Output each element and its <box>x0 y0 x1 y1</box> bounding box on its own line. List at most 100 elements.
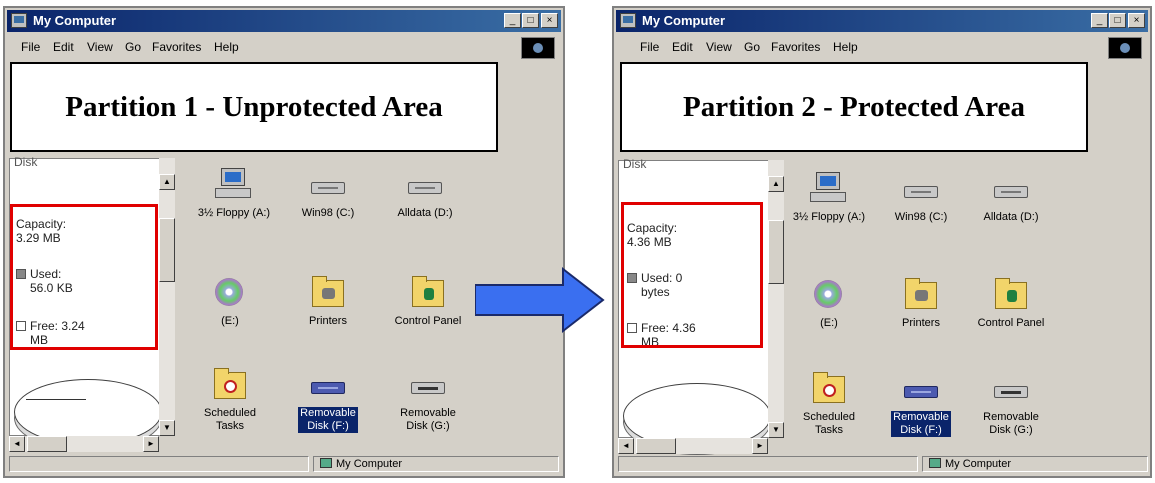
menu-favorites[interactable]: Favorites <box>152 40 201 54</box>
scheduled-tasks-folder-icon <box>211 368 249 402</box>
status-cell-left <box>618 456 918 472</box>
scroll-down-button[interactable]: ▼ <box>768 422 784 438</box>
status-text: My Computer <box>945 458 1012 470</box>
horizontal-scroll-thumb[interactable] <box>27 436 67 452</box>
title-bar[interactable]: My Computer _ □ × <box>7 10 561 32</box>
drive-c-win98[interactable]: Win98 (C:) <box>876 172 966 225</box>
scroll-down-button[interactable]: ▼ <box>159 420 175 436</box>
horizontal-scrollbar[interactable]: ◄ ► <box>9 436 159 452</box>
icon-label: Scheduled Tasks <box>803 411 855 436</box>
icon-label: Removable Disk (F:) <box>298 407 358 433</box>
icon-label: 3½ Floppy (A:) <box>197 207 271 219</box>
windows-logo-throbber-icon <box>521 37 555 59</box>
removable-disk-f[interactable]: Removable Disk (F:) <box>876 372 966 438</box>
icon-label: Removable Disk (F:) <box>891 411 951 437</box>
icon-label: Alldata (D:) <box>397 207 453 219</box>
removable-disk-g[interactable]: Removable Disk (G:) <box>383 368 473 434</box>
drive-d-alldata[interactable]: Alldata (D:) <box>380 168 470 221</box>
maximize-button[interactable]: □ <box>1109 13 1126 28</box>
partition-1-label-box: Partition 1 - Unprotected Area <box>10 62 498 152</box>
scroll-left-button[interactable]: ◄ <box>618 438 634 454</box>
drive-c-win98[interactable]: Win98 (C:) <box>283 168 373 221</box>
close-button[interactable]: × <box>1128 13 1145 28</box>
vertical-scrollbar[interactable]: ▲ ▼ <box>159 158 175 436</box>
icon-label: 3½ Floppy (A:) <box>792 211 866 223</box>
icon-label: (E:) <box>820 317 838 329</box>
scroll-right-button[interactable]: ► <box>752 438 768 454</box>
horizontal-scrollbar[interactable]: ◄ ► <box>618 438 768 454</box>
status-bar: My Computer <box>616 454 1148 474</box>
close-button[interactable]: × <box>541 13 558 28</box>
menu-edit[interactable]: Edit <box>53 40 74 54</box>
hard-drive-icon <box>902 172 940 206</box>
control-panel-folder-icon <box>409 276 447 310</box>
pane-heading-cut: Disk <box>14 155 38 169</box>
status-cell-left <box>9 456 309 472</box>
hard-drive-icon <box>406 168 444 202</box>
window-title: My Computer <box>642 13 726 28</box>
cd-drive-e[interactable]: (E:) <box>185 276 275 329</box>
menu-bar: File Edit View Go Favorites Help <box>616 36 1148 60</box>
menu-file[interactable]: File <box>21 40 40 54</box>
control-panel-folder[interactable]: Control Panel <box>383 276 473 329</box>
scheduled-tasks-folder[interactable]: Scheduled Tasks <box>185 368 275 434</box>
icon-label: Control Panel <box>394 315 462 327</box>
icon-label: Scheduled Tasks <box>204 407 256 432</box>
scroll-right-button[interactable]: ► <box>143 436 159 452</box>
scroll-thumb[interactable] <box>768 220 784 284</box>
floppy-drive-a[interactable]: 3½ Floppy (A:) <box>784 172 874 225</box>
scroll-up-button[interactable]: ▲ <box>768 176 784 192</box>
removable-disk-icon <box>902 372 940 406</box>
scheduled-tasks-folder-icon <box>810 372 848 406</box>
printers-folder[interactable]: Printers <box>283 276 373 329</box>
icon-label: Control Panel <box>977 317 1045 329</box>
printers-folder[interactable]: Printers <box>876 278 966 331</box>
status-text: My Computer <box>336 458 403 470</box>
icon-label: Win98 (C:) <box>894 211 948 223</box>
minimize-button[interactable]: _ <box>1091 13 1108 28</box>
cd-drive-e[interactable]: (E:) <box>784 278 874 331</box>
icon-label: Alldata (D:) <box>983 211 1039 223</box>
drive-d-alldata[interactable]: Alldata (D:) <box>966 172 1056 225</box>
menu-edit[interactable]: Edit <box>672 40 693 54</box>
status-cell-zone: My Computer <box>313 456 559 472</box>
status-cell-zone: My Computer <box>922 456 1148 472</box>
scroll-left-button[interactable]: ◄ <box>9 436 25 452</box>
icon-label: Removable Disk (G:) <box>983 411 1039 436</box>
menu-view[interactable]: View <box>706 40 732 54</box>
computer-icon <box>810 172 848 206</box>
removable-disk-f[interactable]: Removable Disk (F:) <box>283 368 373 434</box>
menu-help[interactable]: Help <box>833 40 858 54</box>
removable-disk-g[interactable]: Removable Disk (G:) <box>966 372 1056 438</box>
partition-2-label-box: Partition 2 - Protected Area <box>620 62 1088 152</box>
windows-logo-throbber-icon <box>1108 37 1142 59</box>
printers-folder-icon <box>309 276 347 310</box>
icon-label: (E:) <box>221 315 239 327</box>
title-bar[interactable]: My Computer _ □ × <box>616 10 1148 32</box>
menu-go[interactable]: Go <box>125 40 141 54</box>
menu-go[interactable]: Go <box>744 40 760 54</box>
menu-file[interactable]: File <box>640 40 659 54</box>
highlight-box <box>10 204 158 350</box>
scroll-thumb[interactable] <box>159 218 175 282</box>
menu-view[interactable]: View <box>87 40 113 54</box>
removable-disk-icon <box>309 368 347 402</box>
horizontal-scroll-thumb[interactable] <box>636 438 676 454</box>
minimize-button[interactable]: _ <box>504 13 521 28</box>
menu-help[interactable]: Help <box>214 40 239 54</box>
removable-disk-icon <box>992 372 1030 406</box>
floppy-drive-a[interactable]: 3½ Floppy (A:) <box>189 168 279 221</box>
arrow-icon <box>475 266 605 334</box>
window-title: My Computer <box>33 13 117 28</box>
scroll-up-button[interactable]: ▲ <box>159 174 175 190</box>
highlight-box <box>621 202 763 348</box>
pie-used-slice-line <box>26 399 86 400</box>
vertical-scrollbar[interactable]: ▲ ▼ <box>768 160 784 438</box>
control-panel-folder[interactable]: Control Panel <box>966 278 1056 331</box>
status-bar: My Computer <box>7 454 561 474</box>
maximize-button[interactable]: □ <box>522 13 539 28</box>
icon-label: Printers <box>902 317 940 329</box>
control-panel-folder-icon <box>992 278 1030 312</box>
menu-favorites[interactable]: Favorites <box>771 40 820 54</box>
scheduled-tasks-folder[interactable]: Scheduled Tasks <box>784 372 874 438</box>
